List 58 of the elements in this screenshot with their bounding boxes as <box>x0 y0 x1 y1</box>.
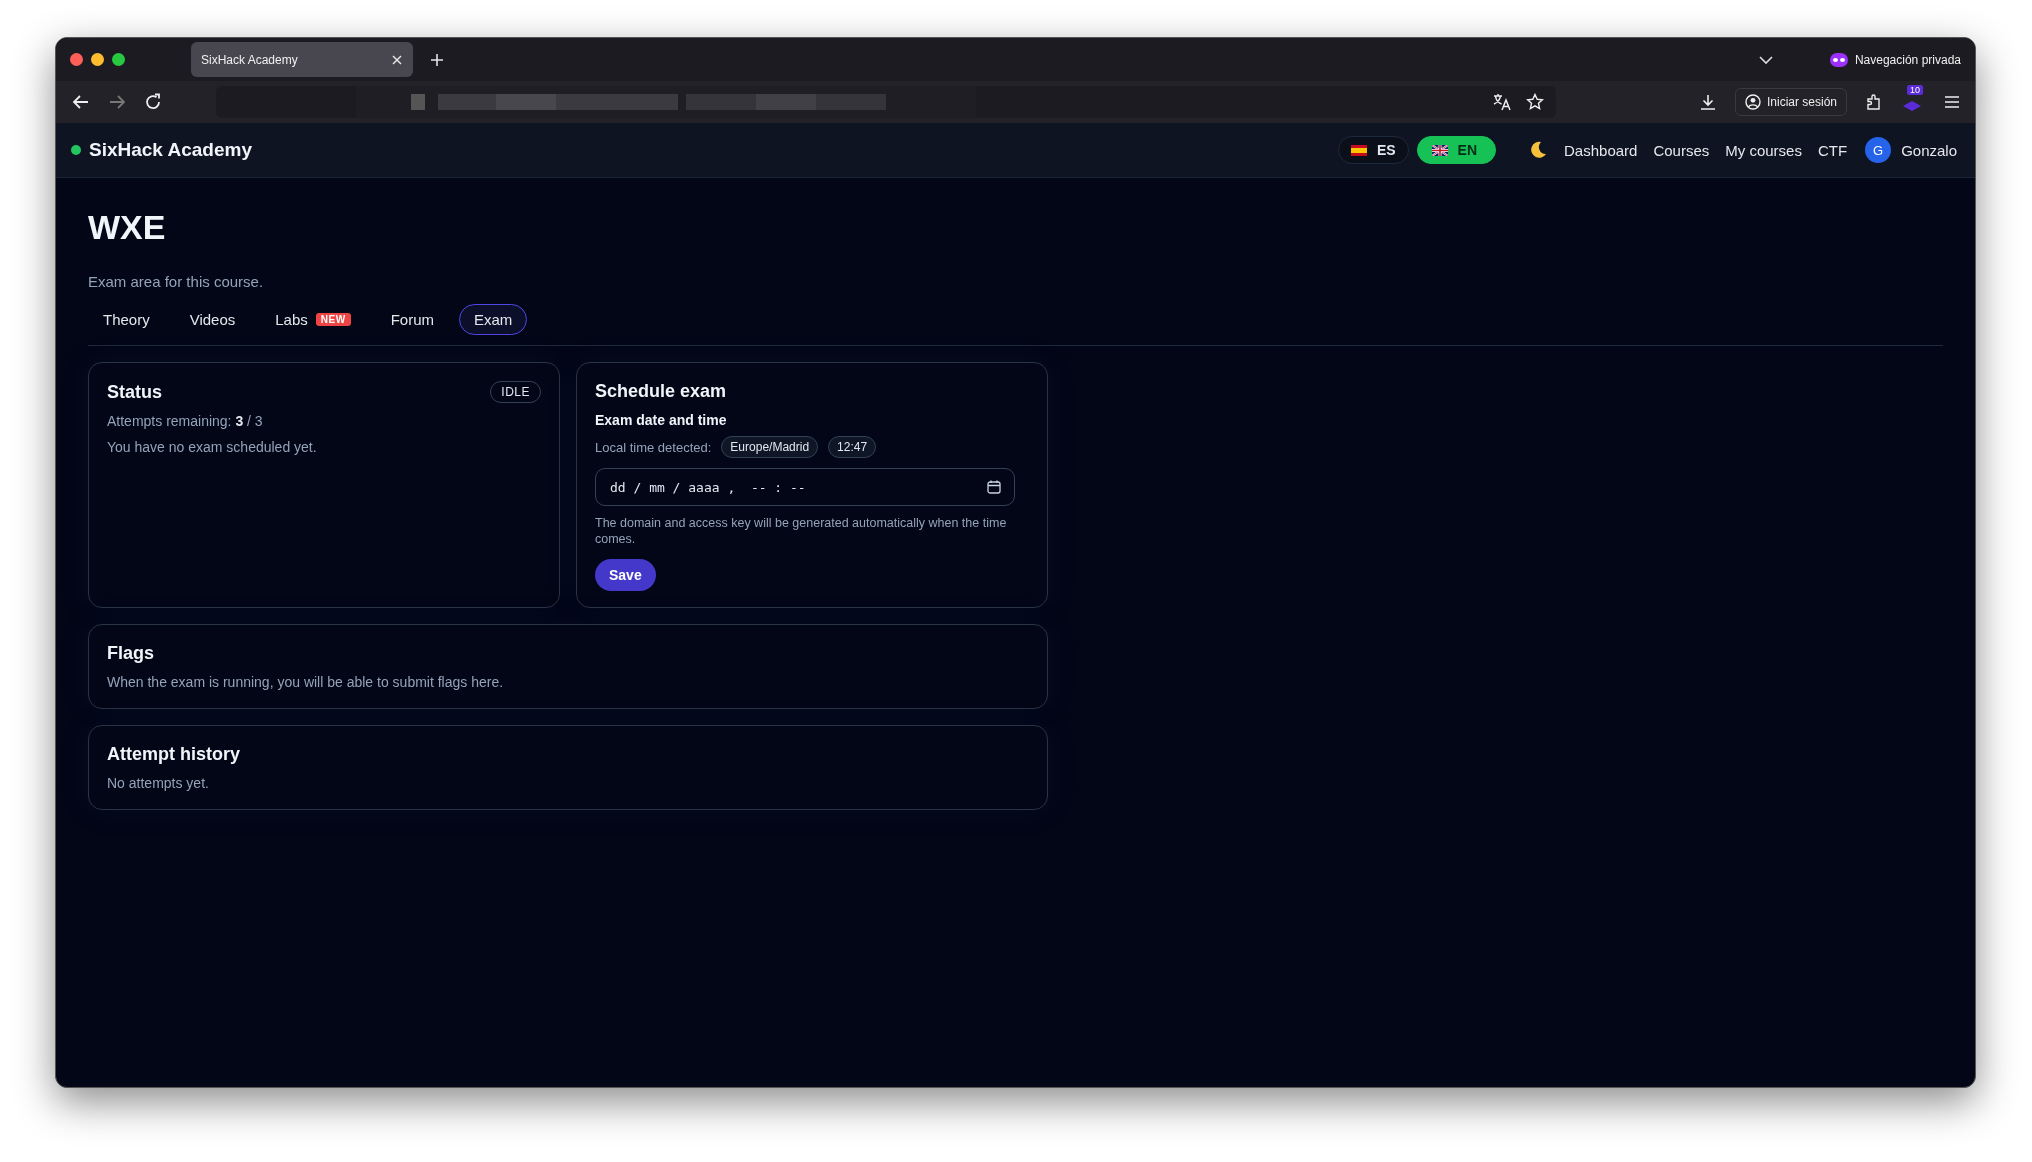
datetime-field[interactable]: dd / mm / aaaa , -- : -- <box>595 468 1015 506</box>
translate-icon[interactable] <box>1492 93 1512 111</box>
new-tab-icon[interactable] <box>429 51 445 68</box>
maximize-window-icon[interactable] <box>112 53 125 66</box>
status-message: You have no exam scheduled yet. <box>107 439 318 455</box>
menu-icon[interactable] <box>1943 95 1961 109</box>
extension-badge: 10 <box>1907 85 1923 95</box>
calendar-icon[interactable] <box>987 480 1001 494</box>
download-icon[interactable] <box>1698 93 1717 111</box>
star-icon[interactable] <box>1526 93 1544 111</box>
browser-tab[interactable]: SixHack Academy <box>191 42 413 77</box>
local-time-label: Local time detected: <box>595 439 712 455</box>
account-icon <box>1744 94 1761 110</box>
course-tab[interactable]: Forum <box>375 304 449 335</box>
private-browsing-label: Navegación privada <box>1854 52 1961 67</box>
extensions-icon[interactable] <box>1865 93 1883 111</box>
page-title: WXE <box>88 208 167 247</box>
timezone-chip: Europe/Madrid <box>721 436 819 458</box>
nav-link[interactable]: My courses <box>1725 141 1802 159</box>
chevron-down-icon[interactable] <box>1757 54 1774 65</box>
brand-name[interactable]: SixHack Academy <box>89 139 252 161</box>
new-badge: NEW <box>315 313 351 326</box>
nav-link[interactable]: Dashboard <box>1564 141 1638 159</box>
card-title: Flags <box>107 643 155 665</box>
time-chip: 12:47 <box>828 436 877 458</box>
history-message: No attempts yet. <box>107 775 210 792</box>
close-tab-icon[interactable] <box>391 53 403 66</box>
hint-text: The domain and access key will be generated automatically when the time comes. <box>595 516 1008 548</box>
close-window-icon[interactable] <box>70 53 83 66</box>
reload-icon[interactable] <box>144 93 162 111</box>
card-title: Status <box>107 381 162 403</box>
course-tab[interactable]: Exam <box>459 304 528 335</box>
card-title: Attempt history <box>107 744 241 766</box>
attempts-text: Attempts remaining: 3 / 3 <box>107 413 264 429</box>
user-avatar[interactable]: G <box>1865 137 1892 163</box>
nav-link[interactable]: CTF <box>1817 141 1848 159</box>
flag-icon <box>1431 144 1448 156</box>
language-button[interactable]: EN <box>1416 136 1496 164</box>
course-tab[interactable]: Labs NEW <box>260 304 366 335</box>
tab-title: SixHack Academy <box>201 52 299 67</box>
field-label: Exam date and time <box>595 412 728 428</box>
flags-message: When the exam is running, you will be able to submit flags here. <box>107 674 505 691</box>
course-tab[interactable]: Theory <box>88 304 165 335</box>
language-button[interactable]: ES <box>1337 136 1409 164</box>
flag-icon <box>1350 144 1367 156</box>
nav-link[interactable]: Courses <box>1653 141 1710 159</box>
back-icon[interactable] <box>72 94 90 110</box>
minimize-window-icon[interactable] <box>91 53 104 66</box>
sign-in-button[interactable]: Iniciar sesión <box>1734 88 1847 116</box>
moon-icon[interactable] <box>1528 140 1548 160</box>
user-name[interactable]: Gonzalo <box>1901 141 1957 159</box>
mask-icon <box>1829 52 1848 67</box>
card-title: Schedule exam <box>595 381 728 402</box>
forward-icon[interactable] <box>108 94 126 110</box>
save-button[interactable]: Save <box>595 559 656 592</box>
course-tab[interactable]: Videos <box>174 304 251 335</box>
online-dot-icon <box>71 145 81 155</box>
page-subtitle: Exam area for this course. <box>88 273 265 290</box>
